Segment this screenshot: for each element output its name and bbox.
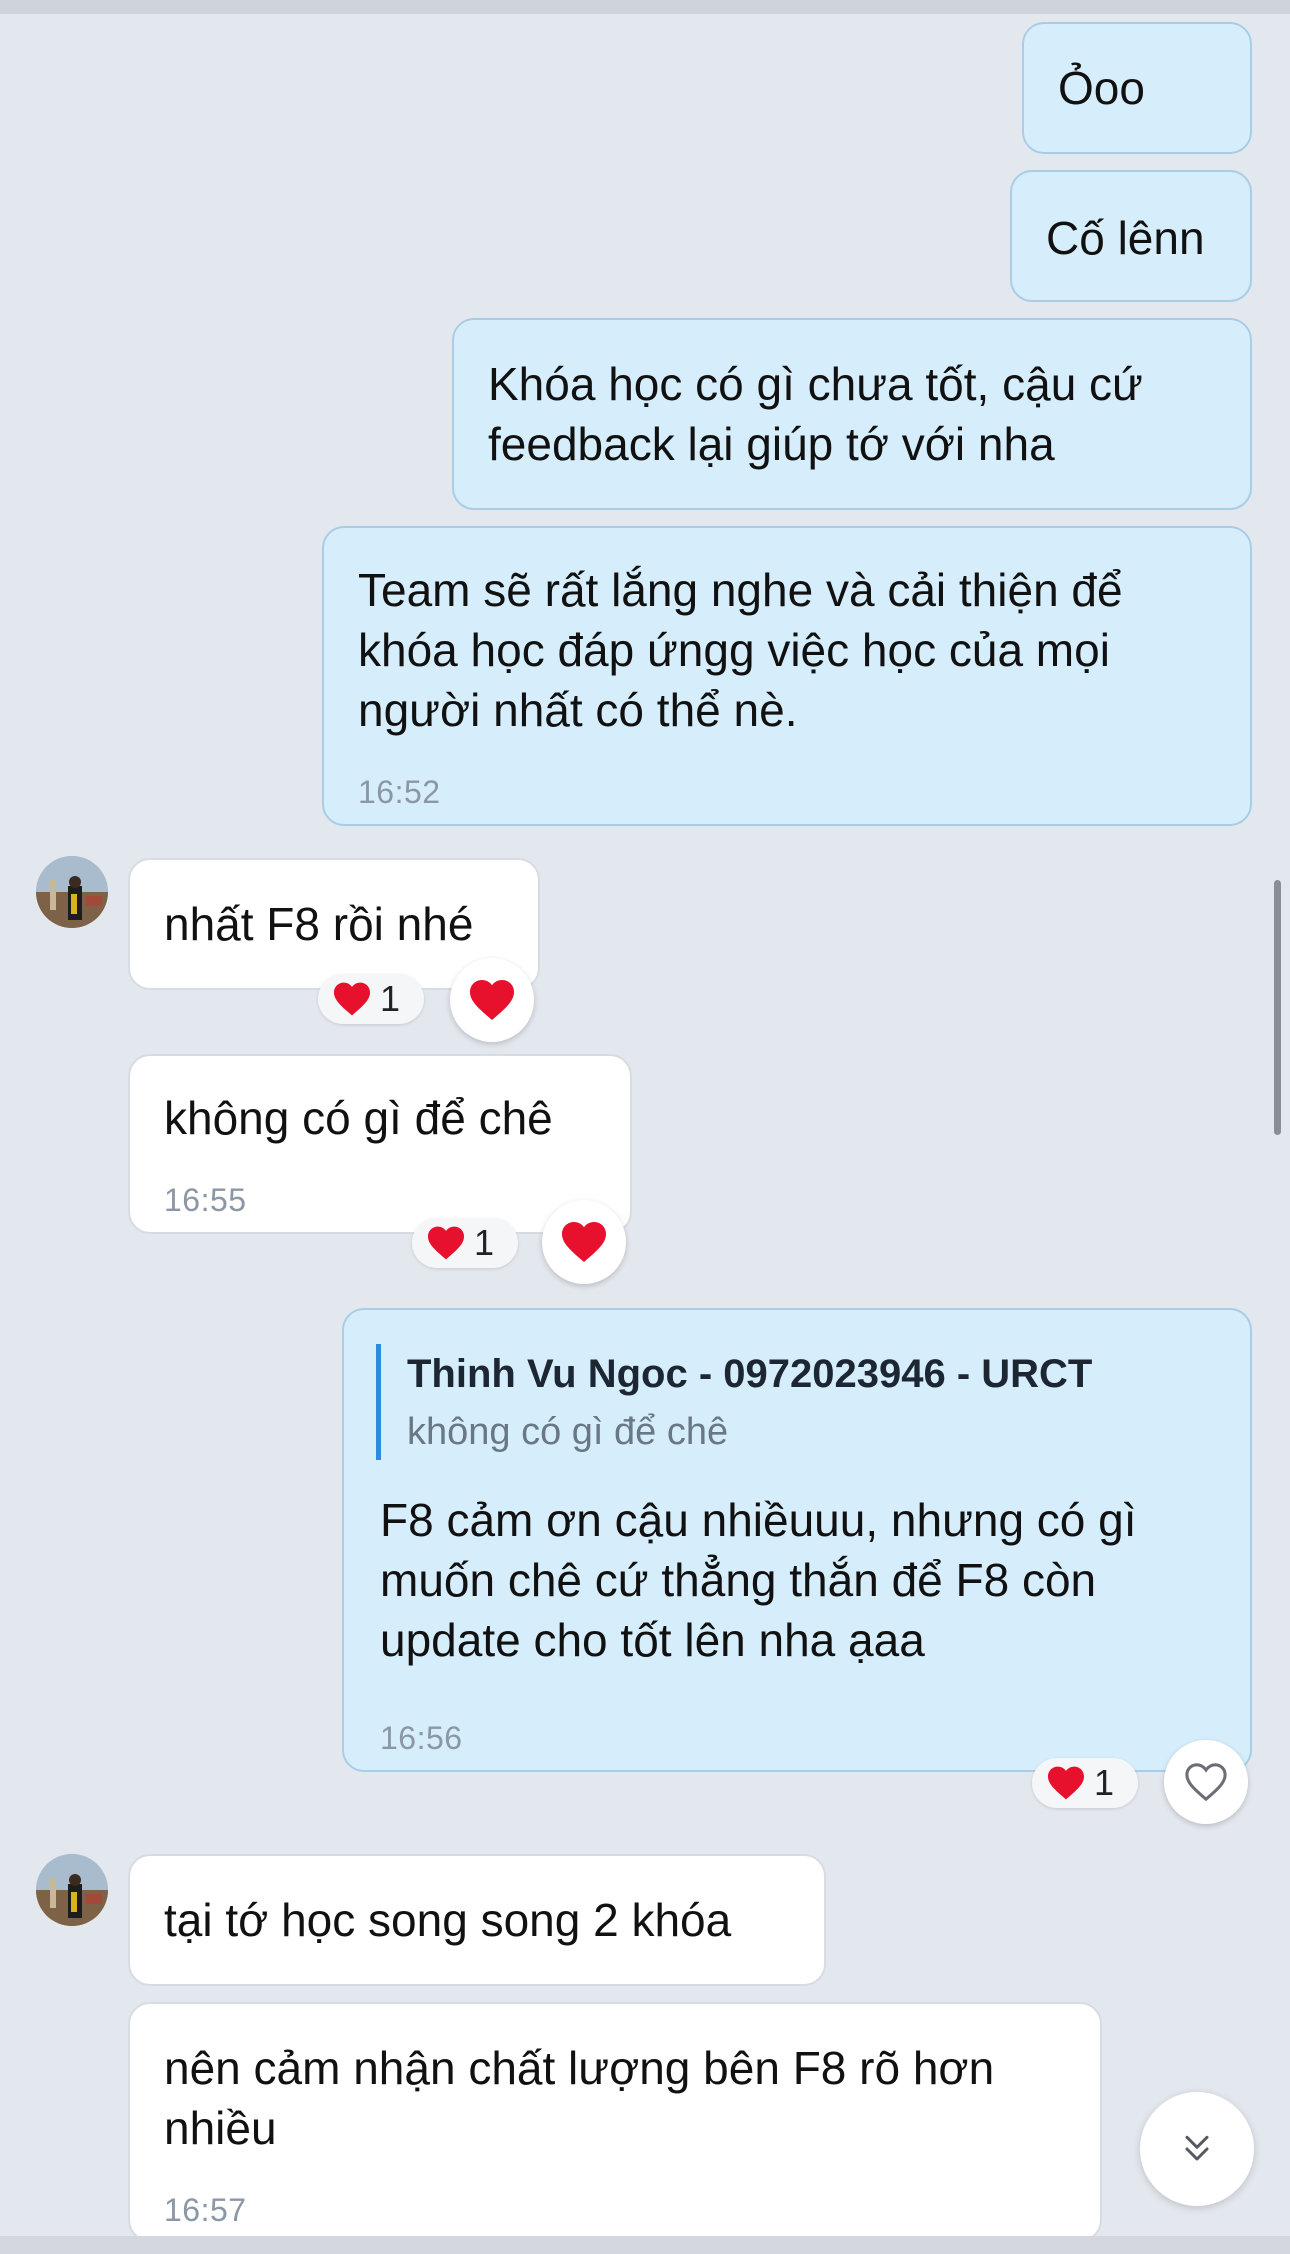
message-text: Khóa học có gì chưa tốt, cậu cứ feedback… bbox=[488, 358, 1143, 470]
message-text: Team sẽ rất lắng nghe và cải thiện để kh… bbox=[358, 564, 1123, 736]
message-text: F8 cảm ơn cậu nhiềuuu, nhưng có gì muốn … bbox=[380, 1494, 1137, 1666]
message-bubble-outgoing-reply[interactable]: Thinh Vu Ngoc - 0972023946 - URCT không … bbox=[342, 1308, 1252, 1772]
heart-icon bbox=[428, 1226, 464, 1260]
message-text: tại tớ học song song 2 khóa bbox=[164, 1894, 732, 1946]
avatar-image bbox=[36, 856, 108, 928]
message-time: 16:56 bbox=[380, 1720, 463, 1756]
scrollbar[interactable] bbox=[1274, 880, 1281, 1135]
message-time: 16:57 bbox=[164, 2192, 247, 2228]
message-text: nên cảm nhận chất lượng bên F8 rõ hơn nh… bbox=[164, 2042, 995, 2154]
message-bubble-outgoing[interactable]: Khóa học có gì chưa tốt, cậu cứ feedback… bbox=[452, 318, 1252, 510]
message-bubble-outgoing[interactable]: Team sẽ rất lắng nghe và cải thiện để kh… bbox=[322, 526, 1252, 826]
avatar-image bbox=[36, 1854, 108, 1926]
quote-text: không có gì để chê bbox=[407, 1411, 729, 1453]
message-text: Cố lênn bbox=[1046, 212, 1205, 264]
message-text: Ỏoo bbox=[1058, 62, 1145, 114]
message-time: 16:52 bbox=[358, 774, 441, 810]
reaction-badge[interactable]: 1 bbox=[1032, 1758, 1138, 1808]
message-text: không có gì để chê bbox=[164, 1092, 553, 1144]
heart-icon bbox=[1048, 1766, 1084, 1800]
heart-filled-icon bbox=[562, 1222, 606, 1262]
reaction-count: 1 bbox=[474, 1222, 495, 1263]
heart-icon bbox=[334, 982, 370, 1016]
reply-quote[interactable]: Thinh Vu Ngoc - 0972023946 - URCT không … bbox=[376, 1344, 1092, 1460]
message-bubble-incoming[interactable]: không có gì để chê 16:55 bbox=[128, 1054, 632, 1234]
reaction-badge[interactable]: 1 bbox=[318, 974, 424, 1024]
message-bubble-incoming[interactable]: nên cảm nhận chất lượng bên F8 rõ hơn nh… bbox=[128, 2002, 1102, 2242]
quote-author: Thinh Vu Ngoc - 0972023946 - URCT bbox=[407, 1352, 1093, 1396]
message-time: 16:55 bbox=[164, 1182, 247, 1218]
reaction-badge[interactable]: 1 bbox=[412, 1218, 518, 1268]
react-button[interactable] bbox=[542, 1200, 626, 1284]
message-bubble-incoming[interactable]: tại tớ học song song 2 khóa bbox=[128, 1854, 826, 1986]
bottom-bar bbox=[0, 2236, 1290, 2254]
top-bar bbox=[0, 0, 1290, 14]
heart-filled-icon bbox=[470, 980, 514, 1020]
react-button[interactable] bbox=[450, 958, 534, 1042]
avatar[interactable] bbox=[36, 856, 108, 928]
avatar[interactable] bbox=[36, 1854, 108, 1926]
reaction-count: 1 bbox=[380, 978, 401, 1019]
react-button[interactable] bbox=[1164, 1740, 1248, 1824]
message-text: nhất F8 rồi nhé bbox=[164, 898, 474, 950]
scroll-to-bottom-button[interactable] bbox=[1140, 2092, 1254, 2206]
double-chevron-down-icon bbox=[1185, 2135, 1209, 2161]
heart-outline-icon bbox=[1185, 1763, 1227, 1802]
reaction-count: 1 bbox=[1094, 1762, 1115, 1803]
message-bubble-outgoing[interactable]: Ỏoo bbox=[1022, 22, 1252, 154]
message-bubble-outgoing[interactable]: Cố lênn bbox=[1010, 170, 1252, 302]
